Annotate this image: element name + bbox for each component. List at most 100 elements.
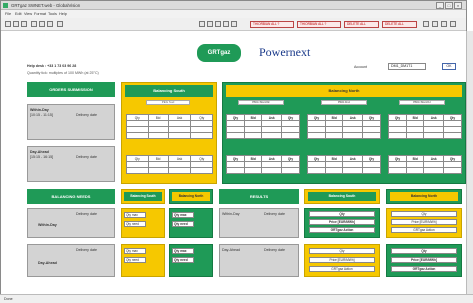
results-delivery-date: Delivery date (264, 248, 285, 252)
cell[interactable] (147, 167, 169, 174)
needs-north-title-box: Balancing North (172, 192, 210, 201)
toolbar-action-4[interactable]: DELETE ALL (382, 21, 417, 28)
cell[interactable] (167, 167, 192, 174)
cell[interactable] (442, 167, 463, 174)
cell[interactable] (442, 132, 463, 139)
cell[interactable] (261, 132, 282, 139)
within-day-time: [10:15 - 11:15] (30, 113, 53, 117)
save-icon[interactable] (13, 21, 19, 27)
mail-icon[interactable] (450, 21, 456, 27)
home-icon[interactable] (231, 21, 237, 27)
minimize-button[interactable]: _ (436, 2, 444, 9)
cell[interactable] (126, 132, 149, 139)
menu-file[interactable]: File (5, 12, 11, 16)
powernext-logo: Powernext (259, 45, 311, 59)
cell[interactable] (405, 167, 425, 174)
cell[interactable] (261, 167, 282, 174)
north-h-within-day-grid: Qty Bid Ask Qty (388, 114, 463, 139)
grtgaz-logo-text: GRTgaz (207, 50, 231, 56)
forward-icon[interactable] (207, 21, 213, 27)
day-ahead-delivery-date: Delivery date (76, 155, 97, 159)
cell[interactable] (361, 167, 382, 174)
back-icon[interactable] (199, 21, 205, 27)
menu-tools[interactable]: Tools (48, 12, 57, 16)
results-north-within-day: Qty Price [EUR/MWh] GRTgaz Action (386, 208, 462, 238)
cell[interactable] (190, 167, 213, 174)
menu-view[interactable]: View (24, 12, 32, 16)
cell[interactable] (388, 167, 407, 174)
qty-max-field[interactable]: Qty max (172, 212, 194, 218)
result-action: GRTgaz Action (391, 227, 457, 233)
result-qty: Qty (391, 211, 457, 217)
globe-icon[interactable] (441, 21, 447, 27)
menu-edit[interactable]: Edit (15, 12, 22, 16)
close-button[interactable]: × (454, 2, 462, 9)
balancing-needs-header: BALANCING NEEDS (27, 189, 115, 204)
account-ok-button[interactable]: OK (442, 63, 456, 70)
cell[interactable] (226, 167, 245, 174)
results-north-day-ahead: Qty Price [EUR/MWh] GRTgaz Action (386, 244, 462, 277)
cell[interactable] (307, 167, 326, 174)
refresh-icon[interactable] (223, 21, 229, 27)
status-text: Done (4, 297, 13, 301)
cell[interactable] (388, 132, 407, 139)
results-north-title: Balancing North (410, 194, 438, 198)
menu-format[interactable]: Format (34, 12, 46, 16)
result-qty: Qty (309, 248, 375, 254)
menu-help[interactable]: Help (59, 12, 67, 16)
result-qty: Qty (309, 211, 375, 217)
print-icon[interactable] (21, 21, 27, 27)
settings-icon[interactable] (423, 21, 429, 27)
qty-need-field[interactable]: Qty need (124, 257, 146, 263)
results-south-header: Balancing South (304, 189, 380, 204)
application-window: GRTgaz SWNET.web - GlobalVision _ □ × Fi… (0, 0, 473, 303)
cell[interactable] (324, 132, 344, 139)
cell[interactable] (405, 132, 425, 139)
cell[interactable] (243, 167, 263, 174)
qty-max-field[interactable]: Qty max (172, 248, 194, 254)
cell[interactable] (342, 132, 363, 139)
needs-delivery-date: Delivery date (76, 248, 97, 252)
toolbar-action-3[interactable]: DELETE ALL (344, 21, 379, 28)
qty-need-field[interactable]: Qty need (172, 221, 194, 227)
window-title: GRTgaz SWNET.web - GlobalVision (11, 3, 81, 8)
cell[interactable] (167, 132, 192, 139)
cell[interactable] (280, 132, 301, 139)
stop-icon[interactable] (215, 21, 221, 27)
results-header: RESULTS (219, 189, 299, 204)
copy-icon[interactable] (39, 21, 45, 27)
needs-north-within-day: Qty max Qty need (169, 208, 213, 238)
qty-max-field[interactable]: Qty max (124, 248, 146, 254)
help-icon[interactable] (432, 21, 438, 27)
toolbar-action-2[interactable]: THIORBIAN ALL ? (297, 21, 341, 28)
maximize-button[interactable]: □ (445, 2, 453, 9)
paste-icon[interactable] (47, 21, 53, 27)
cell[interactable] (342, 167, 363, 174)
south-orders-title: Balancing South (153, 88, 185, 93)
cell[interactable] (190, 132, 213, 139)
needs-south-title-box: Balancing South (124, 192, 162, 201)
cell[interactable] (126, 167, 149, 174)
cell[interactable] (423, 167, 444, 174)
results-north-title-box: Balancing North (390, 192, 458, 201)
cell[interactable] (307, 132, 326, 139)
cell[interactable] (324, 167, 344, 174)
result-price: Price [EUR/MWh] (309, 219, 375, 225)
qty-need-field[interactable]: Qty need (124, 221, 146, 227)
toolbar-action-1[interactable]: THIORBIAN ALL ? (250, 21, 294, 28)
cell[interactable] (280, 167, 301, 174)
account-select[interactable]: DM1_DM1T1 (388, 63, 426, 70)
qty-max-field[interactable]: Qty max (124, 212, 146, 218)
cell[interactable] (361, 132, 382, 139)
vertical-scrollbar[interactable] (466, 31, 473, 295)
new-icon[interactable] (5, 21, 11, 27)
cell[interactable] (147, 132, 169, 139)
cell[interactable] (423, 132, 444, 139)
cut-icon[interactable] (31, 21, 37, 27)
undo-icon[interactable] (57, 21, 63, 27)
cell[interactable] (243, 132, 263, 139)
qty-need-field[interactable]: Qty need (172, 257, 194, 263)
cell[interactable] (226, 132, 245, 139)
needs-south-title: Balancing South (130, 194, 156, 198)
results-within-day-label: Within-Day (222, 212, 240, 216)
